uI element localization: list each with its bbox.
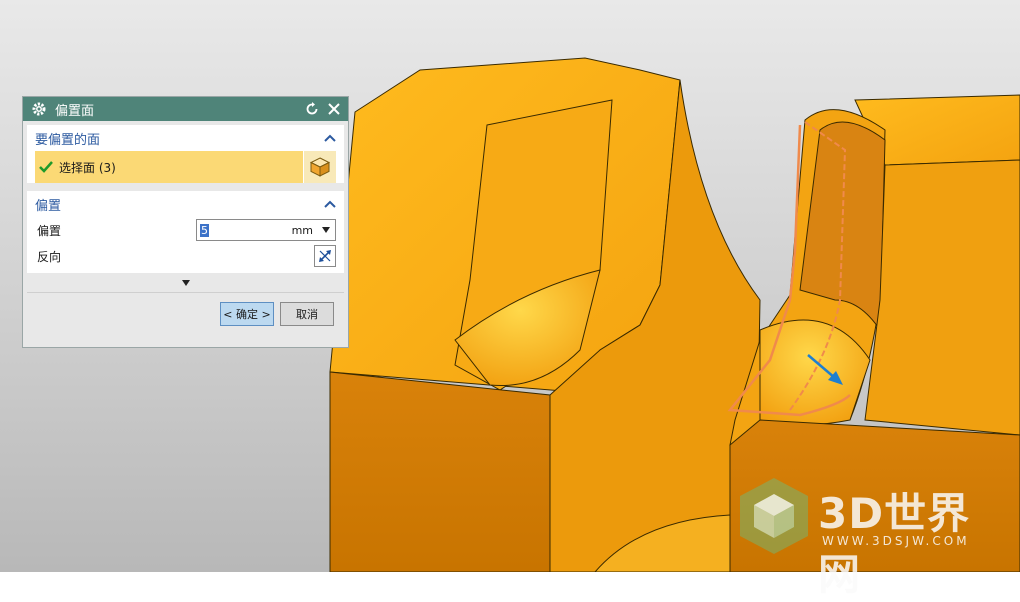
offset-distance-row: 偏置 5 mm <box>27 217 344 243</box>
reverse-label: 反向 <box>37 249 62 264</box>
cube-select-button[interactable] <box>303 151 336 183</box>
offset-face-dialog: 偏置面 要偏置的面 选择面 (3) 偏置 偏置 5 mm 反向 < 确定 > 取… <box>22 96 349 348</box>
left-block-front-face <box>329 371 551 572</box>
offset-section-title: 偏置 <box>35 198 62 214</box>
offset-section: 偏置 偏置 5 mm 反向 <box>27 191 344 273</box>
right-block-side-face <box>864 159 1020 436</box>
watermark-url: WWW.3DSJW.COM <box>822 534 970 548</box>
ok-button[interactable]: < 确定 > <box>220 302 274 326</box>
gear-icon[interactable] <box>31 101 47 117</box>
select-face-label: 选择面 (3) <box>59 160 116 175</box>
reset-icon[interactable] <box>304 101 320 117</box>
faces-section-title: 要偏置的面 <box>35 132 101 148</box>
reverse-direction-button[interactable] <box>314 245 336 267</box>
collapse-chevron-icon[interactable] <box>324 199 336 209</box>
offset-distance-input[interactable]: 5 mm <box>196 219 336 241</box>
reverse-direction-icon <box>319 250 331 262</box>
cube-select-icon <box>309 157 331 177</box>
watermark: 3D世界网 WWW.3DSJW.COM <box>736 476 1006 599</box>
expand-more-icon <box>181 280 190 286</box>
dialog-title: 偏置面 <box>55 103 95 119</box>
faces-section: 要偏置的面 选择面 (3) <box>27 125 344 183</box>
select-face-row[interactable]: 选择面 (3) <box>35 151 336 183</box>
chevron-down-icon[interactable] <box>321 226 331 234</box>
offset-unit: mm <box>291 223 313 237</box>
expand-more-button[interactable] <box>23 276 348 290</box>
dialog-buttons: < 确定 > 取消 <box>23 293 348 326</box>
reverse-row: 反向 <box>27 243 344 269</box>
offset-section-header[interactable]: 偏置 <box>27 191 344 217</box>
cancel-button[interactable]: 取消 <box>280 302 334 326</box>
collapse-chevron-icon[interactable] <box>324 133 336 143</box>
check-icon <box>39 161 53 173</box>
faces-section-header[interactable]: 要偏置的面 <box>27 125 344 151</box>
close-icon[interactable] <box>326 101 342 117</box>
dialog-title-bar[interactable]: 偏置面 <box>23 97 348 121</box>
offset-distance-value[interactable]: 5 <box>200 223 209 237</box>
watermark-logo <box>740 478 808 554</box>
offset-distance-label: 偏置 <box>37 223 62 238</box>
